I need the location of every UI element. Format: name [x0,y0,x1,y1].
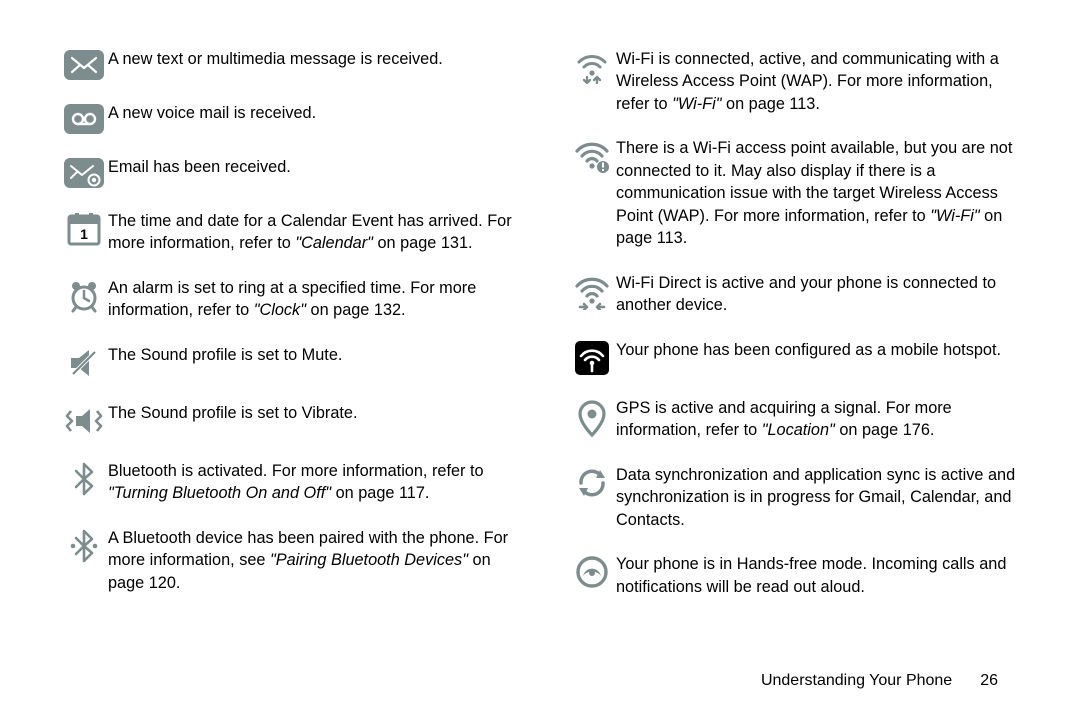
description-text: The Sound profile is set to Vibrate. [108,402,512,424]
mute-icon [60,344,108,380]
voicemail-icon [60,102,108,134]
message-icon [60,48,108,80]
right-column: Wi-Fi is connected, active, and communic… [568,48,1020,672]
left-column: A new text or multimedia message is rece… [60,48,512,672]
icon-description-row: Bluetooth is activated. For more informa… [60,460,512,505]
sync-icon [568,464,616,500]
description-text: A new voice mail is received. [108,102,512,124]
wifi-alert-icon [568,137,616,173]
gps-icon [568,397,616,437]
icon-description-row: Your phone has been configured as a mobi… [568,339,1020,375]
icon-description-row: The time and date for a Calendar Event h… [60,210,512,255]
footer-page-number: 26 [980,672,998,690]
description-text: Your phone has been configured as a mobi… [616,339,1020,361]
description-text: The Sound profile is set to Mute. [108,344,512,366]
handsfree-icon [568,553,616,589]
icon-description-row: Wi-Fi Direct is active and your phone is… [568,272,1020,317]
icon-description-row: GPS is active and acquiring a signal. Fo… [568,397,1020,442]
icon-description-row: The Sound profile is set to Vibrate. [60,402,512,438]
description-text: An alarm is set to ring at a specified t… [108,277,512,322]
description-text: Wi-Fi Direct is active and your phone is… [616,272,1020,317]
icon-description-row: An alarm is set to ring at a specified t… [60,277,512,322]
icon-description-row: The Sound profile is set to Mute. [60,344,512,380]
hotspot-icon [568,339,616,375]
icon-description-row: A Bluetooth device has been paired with … [60,527,512,594]
description-text: Your phone is in Hands-free mode. Incomi… [616,553,1020,598]
wifi-connected-icon [568,48,616,84]
icon-description-row: A new voice mail is received. [60,102,512,134]
icon-description-row: There is a Wi-Fi access point available,… [568,137,1020,249]
description-text: The time and date for a Calendar Event h… [108,210,512,255]
page-footer: Understanding Your Phone 26 [60,672,1020,690]
description-text: Email has been received. [108,156,512,178]
description-text: A Bluetooth device has been paired with … [108,527,512,594]
icon-description-row: Data synchronization and application syn… [568,464,1020,531]
description-text: GPS is active and acquiring a signal. Fo… [616,397,1020,442]
icon-description-row: Your phone is in Hands-free mode. Incomi… [568,553,1020,598]
description-text: Bluetooth is activated. For more informa… [108,460,512,505]
bluetooth-icon [60,460,108,496]
vibrate-icon [60,402,108,438]
wifi-direct-icon [568,272,616,310]
icon-description-row: Email has been received. [60,156,512,188]
footer-section-title: Understanding Your Phone [761,672,952,690]
icon-description-row: Wi-Fi is connected, active, and communic… [568,48,1020,115]
alarm-icon [60,277,108,313]
description-text: A new text or multimedia message is rece… [108,48,512,70]
description-text: Wi-Fi is connected, active, and communic… [616,48,1020,115]
bluetooth-paired-icon [60,527,108,563]
description-text: Data synchronization and application syn… [616,464,1020,531]
description-text: There is a Wi-Fi access point available,… [616,137,1020,249]
calendar-icon [60,210,108,246]
email-icon [60,156,108,188]
icon-description-row: A new text or multimedia message is rece… [60,48,512,80]
